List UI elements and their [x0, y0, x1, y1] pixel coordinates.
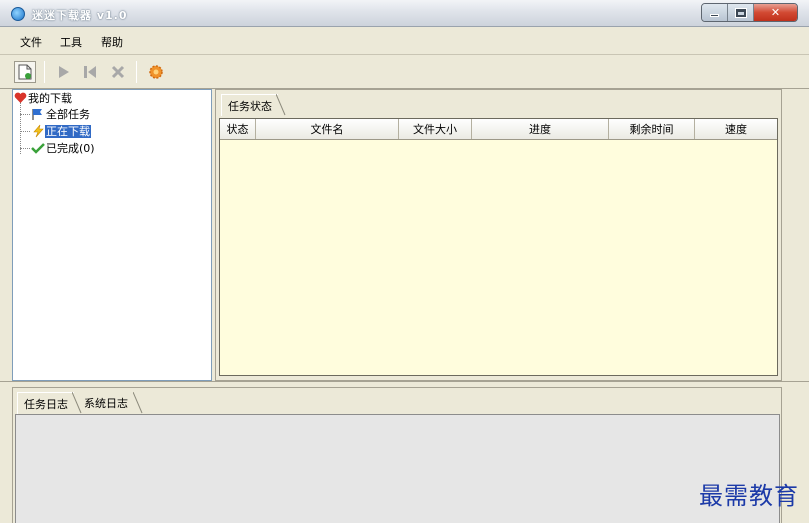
column-header-time-remaining[interactable]: 剩余时间 — [609, 119, 695, 139]
log-text-area[interactable] — [15, 414, 780, 523]
menu-tools[interactable]: 工具 — [60, 34, 82, 50]
close-button[interactable]: ✕ — [754, 4, 797, 21]
tree-item-label: 已完成(0) — [46, 141, 95, 155]
tab-system-log[interactable]: 系统日志 — [78, 392, 134, 414]
new-task-icon — [18, 64, 32, 80]
new-task-button[interactable] — [14, 61, 36, 83]
tree-root-label: 我的下载 — [28, 91, 72, 105]
tree-root-my-downloads[interactable]: 我的下载 — [14, 91, 73, 105]
menu-help[interactable]: 帮助 — [101, 34, 123, 50]
task-table: 状态 文件名 文件大小 进度 剩余时间 速度 — [219, 118, 778, 376]
download-tree: 我的下载 全部任务 正在下载 已完成(0) — [12, 89, 212, 381]
tree-item-downloading[interactable]: 正在下载 — [31, 124, 91, 138]
maximize-icon — [734, 7, 747, 18]
column-header-status[interactable]: 状态 — [220, 119, 256, 139]
close-icon: ✕ — [770, 6, 781, 19]
tree-connector — [20, 114, 30, 115]
table-header: 状态 文件名 文件大小 进度 剩余时间 速度 — [220, 119, 777, 140]
column-header-progress[interactable]: 进度 — [472, 119, 609, 139]
pause-button[interactable] — [79, 61, 101, 83]
tree-connector — [20, 131, 30, 132]
tab-label: 系统日志 — [84, 397, 128, 410]
start-icon — [59, 66, 69, 78]
app-logo-icon — [11, 7, 25, 21]
settings-icon — [149, 65, 163, 79]
tab-edge — [276, 94, 286, 116]
lightning-icon — [33, 124, 44, 138]
checkmark-icon — [31, 143, 45, 154]
column-header-speed[interactable]: 速度 — [695, 119, 777, 139]
window-controls: ✕ — [701, 3, 798, 22]
toolbar-separator — [44, 61, 45, 83]
tab-edge — [133, 392, 143, 414]
tree-connector — [20, 148, 30, 149]
menu-bar: 文件 工具 帮助 — [0, 27, 809, 55]
watermark-text: 最需教育 — [699, 482, 799, 510]
maximize-button[interactable] — [728, 4, 754, 21]
tree-item-label: 全部任务 — [46, 107, 90, 121]
tab-task-log[interactable]: 任务日志 — [17, 392, 74, 414]
tree-connector — [20, 102, 21, 154]
minimize-icon — [710, 14, 719, 17]
minimize-button[interactable] — [702, 4, 728, 21]
tree-item-all-tasks[interactable]: 全部任务 — [31, 107, 91, 121]
flag-icon — [32, 108, 42, 120]
window-title: 迷迷下载器 v1.0 — [32, 9, 128, 22]
menu-file[interactable]: 文件 — [20, 34, 42, 50]
horizontal-splitter[interactable] — [0, 381, 809, 385]
delete-icon — [111, 65, 125, 79]
tree-item-completed[interactable]: 已完成(0) — [31, 141, 96, 155]
heart-icon — [14, 92, 27, 103]
start-button[interactable] — [53, 61, 75, 83]
column-header-filename[interactable]: 文件名 — [256, 119, 399, 139]
tab-label: 任务状态 — [228, 99, 272, 113]
column-header-filesize[interactable]: 文件大小 — [399, 119, 472, 139]
tab-task-status[interactable]: 任务状态 — [221, 94, 278, 116]
tree-item-label: 正在下载 — [45, 124, 91, 138]
delete-button[interactable] — [107, 61, 129, 83]
pause-icon — [84, 66, 96, 78]
tab-label: 任务日志 — [24, 397, 68, 411]
title-bar: 迷迷下载器 v1.0 ✕ — [0, 0, 809, 27]
settings-button[interactable] — [145, 61, 167, 83]
toolbar — [0, 56, 809, 89]
toolbar-separator — [136, 61, 137, 83]
